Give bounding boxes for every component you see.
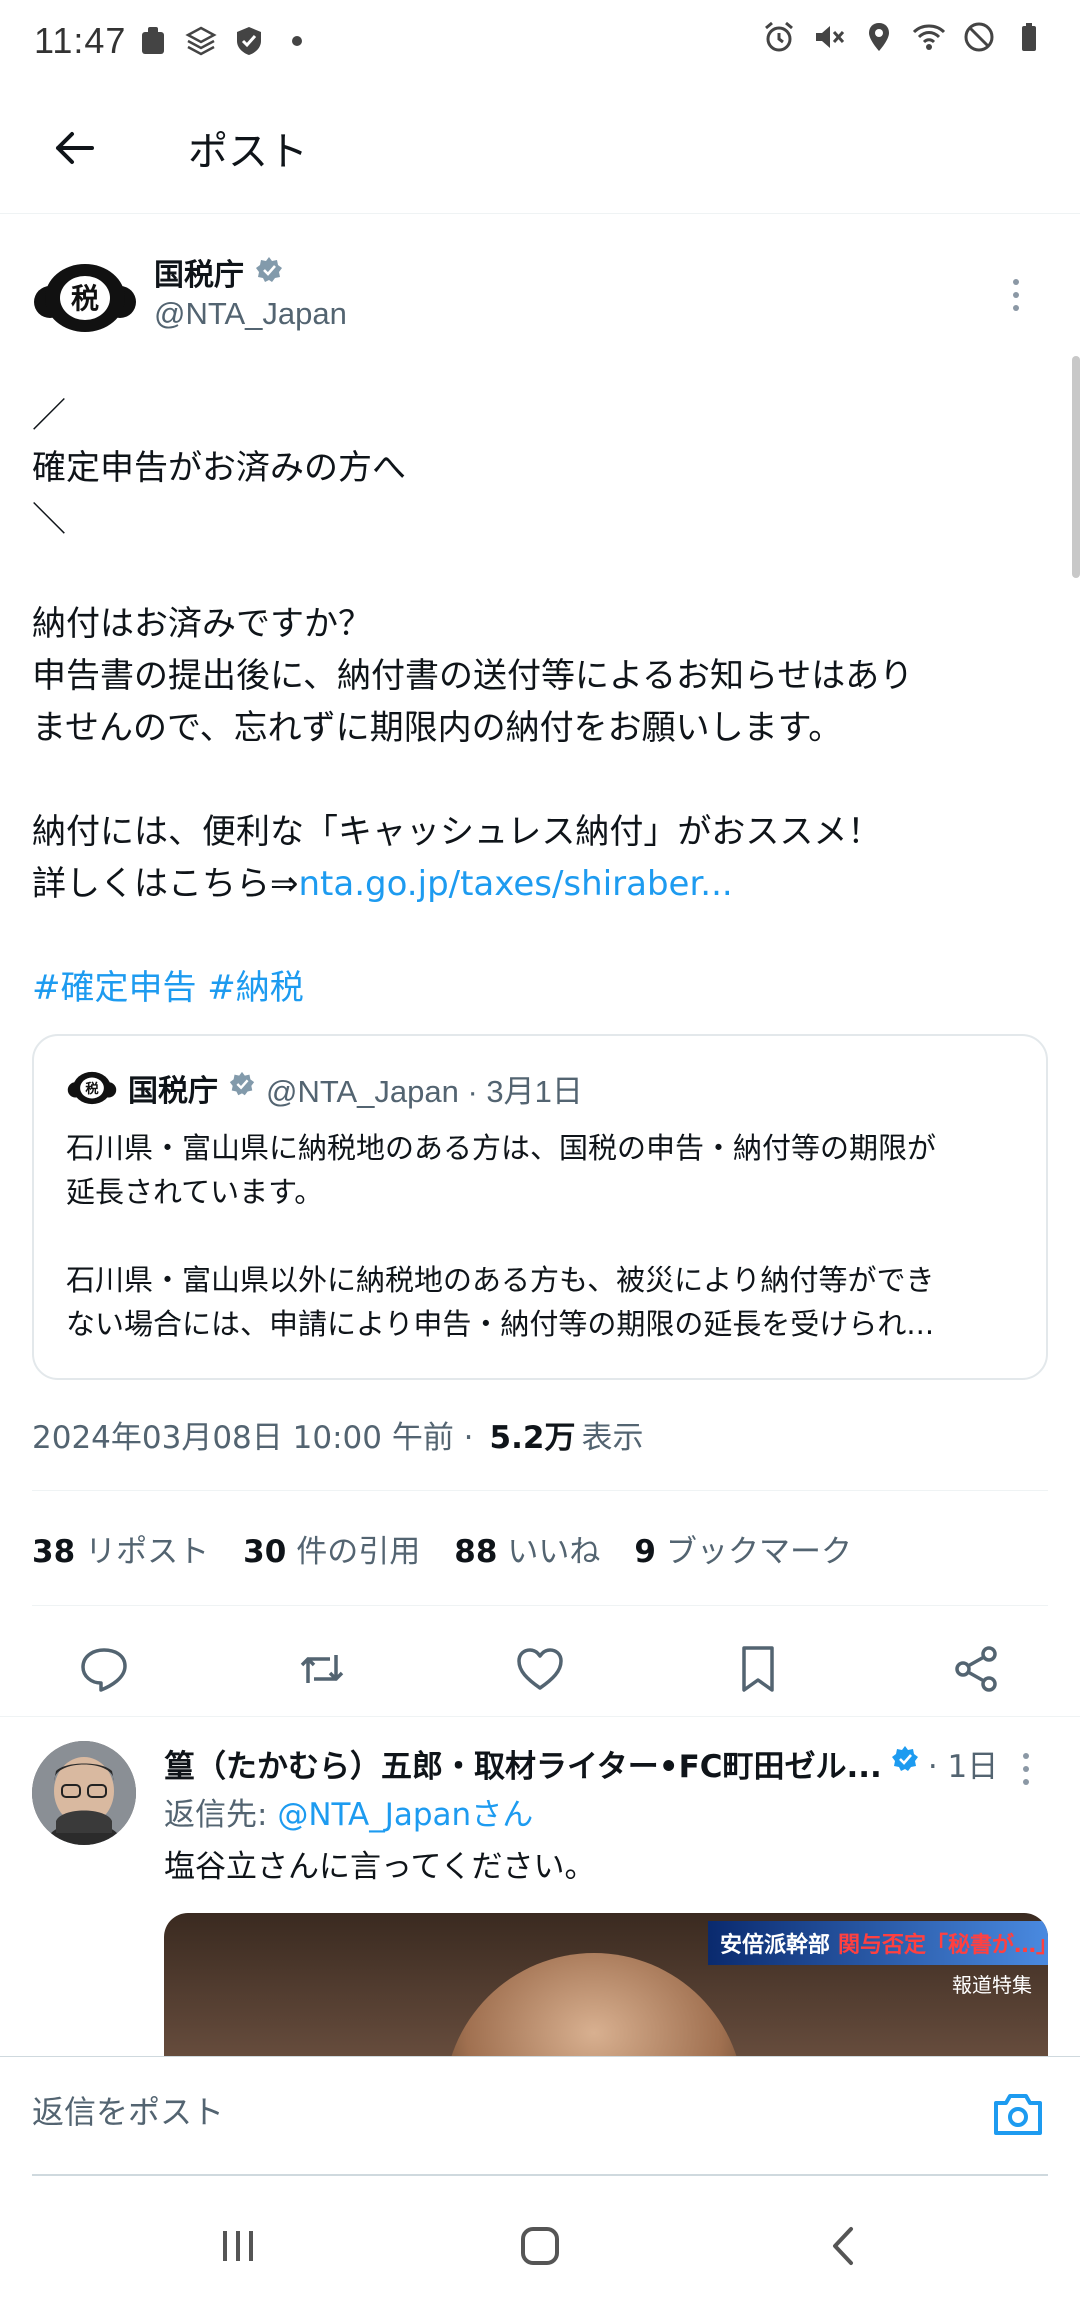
camera-button[interactable] [988, 2085, 1048, 2145]
media-caption: 安倍派幹部 関与否定「秘書が…」 [708, 1921, 1048, 1965]
link-prefix: 詳しくはこちら⇒ [32, 864, 299, 904]
bookmarks-stat[interactable]: 9 ブックマーク [634, 1526, 852, 1571]
bookmark-button[interactable] [728, 1639, 788, 1699]
verified-icon [890, 1744, 920, 1782]
notification-icon [136, 24, 170, 58]
like-button[interactable] [510, 1639, 570, 1699]
reply-post[interactable]: 篁（たかむら）五郎・取材ライター•FC町田ゼル... · 1日 返信先: @NT… [0, 1716, 1080, 2073]
recents-icon [223, 2231, 253, 2261]
share-button[interactable] [946, 1639, 1006, 1699]
more-vertical-icon [1013, 279, 1019, 285]
arrow-left-icon [56, 131, 94, 164]
post-author: 税 国税庁 @NTA_Japan [32, 250, 1048, 360]
hashtags[interactable]: #確定申告 #納税 [32, 962, 1048, 1014]
author-handle[interactable]: @NTA_Japan [154, 296, 347, 332]
chevron-left-icon [833, 2227, 853, 2265]
page-title: ポスト [188, 128, 308, 175]
wifi-icon [912, 20, 946, 54]
post-line: ＼ [32, 500, 66, 540]
repost-button[interactable] [292, 1639, 352, 1699]
reply-text: 塩谷立さんに言ってください。 [164, 1849, 596, 1885]
system-back-button[interactable] [804, 2216, 884, 2276]
bookmark-icon [742, 1646, 774, 1692]
post-line: ／ [32, 396, 66, 436]
reply-input[interactable]: 返信をポスト [32, 2087, 224, 2133]
author-name[interactable]: 国税庁 [154, 250, 244, 294]
heart-icon [517, 1648, 563, 1690]
system-nav-bar [0, 2176, 1080, 2316]
avatar[interactable] [32, 1741, 136, 1845]
replying-to: 返信先: @NTA_Japanさん [164, 1797, 534, 1833]
post-line: 申告書の提出後に、納付書の送付等によるお知らせはあり [32, 656, 914, 696]
quotes-stat[interactable]: 30 件の引用 [243, 1526, 420, 1571]
recent-apps-button[interactable] [198, 2216, 278, 2276]
post-link[interactable]: nta.go.jp/taxes/shiraber... [299, 864, 733, 904]
replying-to-handle[interactable]: @NTA_Japanさん [277, 1797, 533, 1833]
svg-text:税: 税 [85, 1080, 99, 1097]
post-actions [32, 1606, 1048, 1732]
post-text: ／ 確定申告がお済みの方へ ＼ 納付はお済みですか？ 申告書の提出後に、納付書の… [32, 390, 1048, 1014]
dnd-icon [962, 20, 996, 54]
views-count: 5.2万 [489, 1419, 576, 1456]
reply-button[interactable] [74, 1639, 134, 1699]
home-icon [521, 2227, 559, 2265]
more-options-button[interactable] [996, 270, 1036, 320]
post-line: ませんので、忘れずに期限内の納付をお願いします。 [32, 708, 843, 748]
engagement-stats: 38 リポスト 30 件の引用 88 いいね 9 ブックマーク [32, 1491, 1048, 1605]
reposts-stat[interactable]: 38 リポスト [32, 1526, 209, 1571]
quote-line: ない場合には、申請により申告・納付等の期限の延長を受けられ... [66, 1307, 935, 1341]
post-line: 納付はお済みですか？ [32, 604, 372, 644]
post-line: 確定申告がお済みの方へ [32, 448, 406, 488]
top-app-bar: ポスト [0, 82, 1080, 214]
quote-author-name: 国税庁 [128, 1074, 218, 1109]
reply-composer: 返信をポスト [0, 2056, 1080, 2176]
quote-avatar: 税 [66, 1069, 118, 1107]
home-button[interactable] [500, 2216, 580, 2276]
media-subcaption: 報道特集 [952, 1973, 1032, 1997]
avatar[interactable]: 税 [32, 258, 138, 338]
quote-line: 石川県・富山県に納税地のある方は、国税の申告・納付等の期限が [66, 1131, 937, 1165]
reply-time: · 1日 [927, 1748, 999, 1785]
post-line: 納付には、便利な「キャッシュレス納付」がおススメ！ [32, 812, 882, 852]
reply-media-image[interactable]: 安倍派幹部 関与否定「秘書が…」 報道特集 [164, 1913, 1048, 2073]
quoted-post[interactable]: 税 国税庁 @NTA_Japan · 3月1日 石川県・富山県に納税地のある方は… [32, 1034, 1048, 1380]
repost-icon [300, 1655, 344, 1683]
status-time: 11:47 [34, 20, 127, 61]
verified-gov-icon [228, 1070, 256, 1106]
vibrate-mute-icon [812, 20, 846, 54]
reply-icon [81, 1648, 127, 1692]
battery-icon [1012, 20, 1046, 54]
quote-meta: @NTA_Japan · 3月1日 [266, 1073, 583, 1109]
verified-gov-icon [254, 255, 284, 289]
more-vertical-icon [1023, 1753, 1029, 1759]
quote-line: 石川県・富山県以外に納税地のある方も、被災により納付等ができ [66, 1263, 935, 1297]
alarm-icon [762, 20, 796, 54]
quote-text: 石川県・富山県に納税地のある方は、国税の申告・納付等の期限が 延長されています。… [66, 1126, 1014, 1346]
dot-icon [280, 24, 314, 58]
post-datetime: 2024年03月08日 10:00 午前 · [32, 1419, 474, 1456]
likes-stat[interactable]: 88 いいね [454, 1526, 600, 1571]
reply-more-button[interactable] [1016, 1747, 1036, 1791]
location-icon [862, 20, 896, 54]
layers-icon [184, 24, 218, 58]
post: 税 国税庁 @NTA_Japan ／ 確定申告がお済みの方へ ＼ 納付はお済みで… [32, 250, 1048, 1732]
shield-icon [232, 24, 266, 58]
back-button[interactable] [34, 108, 114, 188]
views-label: 表示 [581, 1419, 644, 1456]
post-timestamp: 2024年03月08日 10:00 午前 · 5.2万 表示 [32, 1410, 1048, 1458]
avatar-text: 税 [71, 282, 99, 315]
quote-line: 延長されています。 [66, 1175, 324, 1209]
reply-author-name[interactable]: 篁（たかむら）五郎・取材ライター•FC町田ゼル... [164, 1741, 882, 1786]
camera-icon [994, 2094, 1042, 2135]
status-bar: 11:47 [0, 0, 1080, 82]
share-icon [955, 1646, 997, 1692]
scrollbar[interactable] [1072, 356, 1080, 578]
